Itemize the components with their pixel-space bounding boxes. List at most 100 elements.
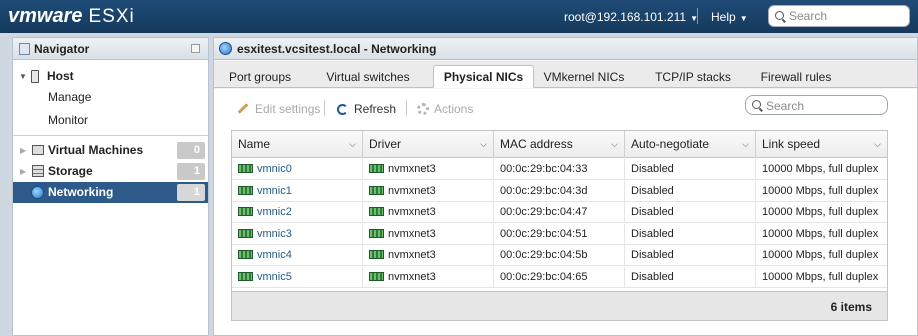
navigator-icon xyxy=(19,43,30,55)
table-row[interactable]: vmnic5 nvmxnet3 00:0c:29:bc:04:65 Disabled 1… xyxy=(232,266,887,288)
tab-firewall-rules[interactable]: Firewall rules xyxy=(753,66,839,88)
chevron-down-icon[interactable]: ⌵ xyxy=(349,131,356,158)
table-row[interactable]: vmnic0 nvmxnet3 00:0c:29:bc:04:33 Disabled 1… xyxy=(232,159,887,180)
expanded-triangle-icon[interactable]: ▼ xyxy=(19,66,27,87)
network-card-icon xyxy=(238,207,253,216)
user-menu[interactable]: root@192.168.101.211 ▼ xyxy=(564,10,698,24)
cell-auto-negotiate: Disabled xyxy=(625,202,756,223)
nav-divider xyxy=(13,135,208,136)
cell-name[interactable]: vmnic4 xyxy=(232,245,363,266)
cell-mac-address: 00:0c:29:bc:04:51 xyxy=(494,223,625,245)
nav-item-host[interactable]: ▼ Host xyxy=(13,66,208,87)
cell-driver: nvmxnet3 xyxy=(363,202,494,223)
cell-text: Disabled xyxy=(631,227,674,240)
item-count: 6 items xyxy=(830,300,872,314)
main-title-bar: esxitest.vcsitest.local - Networking xyxy=(214,38,917,60)
cell-name[interactable]: vmnic3 xyxy=(232,223,363,245)
vmware-logo-text: vmware xyxy=(8,5,83,27)
cell-text: 00:0c:29:bc:04:5b xyxy=(500,249,588,261)
networking-globe-icon xyxy=(219,42,232,55)
cell-mac-address: 00:0c:29:bc:04:3d xyxy=(494,180,625,202)
table-search-box[interactable] xyxy=(745,95,888,115)
nav-item-networking[interactable]: Networking 1 xyxy=(13,182,208,203)
cell-text: vmnic4 xyxy=(257,249,292,261)
help-label: Help xyxy=(711,10,736,24)
cell-text: 10000 Mbps, full duplex xyxy=(762,270,879,283)
column-header-label: Auto-negotiate xyxy=(631,137,710,151)
user-label: root@192.168.101.211 xyxy=(564,10,687,24)
cell-link-speed: 10000 Mbps, full duplex xyxy=(756,224,887,245)
virtual-machines-count-badge: 0 xyxy=(177,142,205,159)
networking-count-badge: 1 xyxy=(177,184,205,201)
network-card-icon xyxy=(369,185,384,195)
network-card-icon xyxy=(369,228,384,238)
network-card-icon xyxy=(238,228,253,238)
cell-text: nvmxnet3 xyxy=(388,270,436,283)
tab-vmkernel-nics[interactable]: VMkernel NICs xyxy=(541,66,627,88)
cell-name[interactable]: vmnic2 xyxy=(232,202,363,223)
chevron-down-icon[interactable]: ⌵ xyxy=(874,131,881,158)
cell-text: nvmxnet3 xyxy=(388,227,436,240)
column-header-label: Driver xyxy=(369,137,401,151)
cell-auto-negotiate: Disabled xyxy=(625,266,756,288)
tab-tcpip-stacks[interactable]: TCP/IP stacks xyxy=(650,66,736,88)
cell-text: Disabled xyxy=(631,270,674,283)
cell-text: Disabled xyxy=(631,249,674,261)
cell-driver: nvmxnet3 xyxy=(363,245,494,266)
cell-driver: nvmxnet3 xyxy=(363,180,494,202)
nav-item-manage-label: Manage xyxy=(48,90,92,104)
global-search-box[interactable] xyxy=(768,5,910,27)
chevron-down-icon[interactable]: ⌵ xyxy=(742,131,749,158)
collapse-navigator-icon[interactable] xyxy=(191,44,200,53)
chevron-down-icon[interactable]: ⌵ xyxy=(480,131,487,158)
cell-text: 00:0c:29:bc:04:3d xyxy=(500,184,588,197)
cell-text: 00:0c:29:bc:04:33 xyxy=(500,163,588,175)
table-row[interactable]: vmnic2 nvmxnet3 00:0c:29:bc:04:47 Disabled 1… xyxy=(232,202,887,223)
column-header-link-speed[interactable]: Link speed ⌵ xyxy=(756,131,887,158)
cell-text: Disabled xyxy=(631,206,674,218)
actions-button[interactable]: Actions xyxy=(417,102,473,116)
storage-count-badge: 1 xyxy=(177,163,205,180)
cell-text: 00:0c:29:bc:04:47 xyxy=(500,206,588,218)
cell-auto-negotiate: Disabled xyxy=(625,159,756,180)
nav-item-storage[interactable]: ▶ Storage 1 xyxy=(13,161,208,182)
collapsed-triangle-icon[interactable]: ▶ xyxy=(20,140,26,161)
nav-item-monitor[interactable]: Monitor xyxy=(13,110,208,131)
cell-text: 10000 Mbps, full duplex xyxy=(762,249,879,261)
tab-physical-nics[interactable]: Physical NICs xyxy=(433,65,534,88)
cell-name[interactable]: vmnic1 xyxy=(232,180,363,202)
top-header: vmware ESXi root@192.168.101.211 ▼ Help ▼ xyxy=(0,0,918,33)
cell-name[interactable]: vmnic5 xyxy=(232,266,363,288)
nav-item-manage[interactable]: Manage xyxy=(13,87,208,108)
table-row[interactable]: vmnic1 nvmxnet3 00:0c:29:bc:04:3d Disabled 1… xyxy=(232,180,887,202)
table-search-input[interactable] xyxy=(766,99,881,113)
help-menu[interactable]: Help ▼ xyxy=(711,10,748,24)
toolbar: Edit settings Refresh Actions xyxy=(214,89,917,127)
tab-virtual-switches[interactable]: Virtual switches xyxy=(318,66,418,88)
nav-item-virtual-machines[interactable]: ▶ Virtual Machines 0 xyxy=(13,140,208,161)
cell-mac-address: 00:0c:29:bc:04:5b xyxy=(494,245,625,266)
physical-nics-table: Name ⌵ Driver ⌵ MAC address ⌵ Auto-negotiat… xyxy=(231,130,888,321)
cell-text: vmnic1 xyxy=(257,184,292,197)
column-header-auto-negotiate[interactable]: Auto-negotiate ⌵ xyxy=(625,131,756,158)
table-row[interactable]: vmnic4 nvmxnet3 00:0c:29:bc:04:5b Disabled 1… xyxy=(232,245,887,266)
cell-auto-negotiate: Disabled xyxy=(625,180,756,202)
chevron-down-icon[interactable]: ⌵ xyxy=(611,131,618,158)
tab-port-groups[interactable]: Port groups xyxy=(220,66,300,88)
table-row[interactable]: vmnic3 nvmxnet3 00:0c:29:bc:04:51 Disabled 1… xyxy=(232,223,887,245)
network-card-icon xyxy=(238,185,253,195)
edit-settings-button[interactable]: Edit settings xyxy=(237,102,320,116)
navigator-panel: Navigator ▼ Host Manage Monitor ▶ Virtua… xyxy=(12,37,209,336)
column-header-name[interactable]: Name ⌵ xyxy=(232,131,363,158)
column-header-mac-address[interactable]: MAC address ⌵ xyxy=(494,131,625,158)
cell-name[interactable]: vmnic0 xyxy=(232,159,363,180)
global-search-input[interactable] xyxy=(789,9,904,23)
column-header-driver[interactable]: Driver ⌵ xyxy=(363,131,494,158)
collapsed-triangle-icon[interactable]: ▶ xyxy=(20,161,26,182)
search-icon xyxy=(752,100,761,109)
cell-mac-address: 00:0c:29:bc:04:65 xyxy=(494,266,625,288)
nav-item-virtual-machines-label: Virtual Machines xyxy=(48,143,144,157)
cell-text: 00:0c:29:bc:04:65 xyxy=(500,270,588,283)
search-icon xyxy=(775,11,784,20)
refresh-button[interactable]: Refresh xyxy=(337,102,396,116)
